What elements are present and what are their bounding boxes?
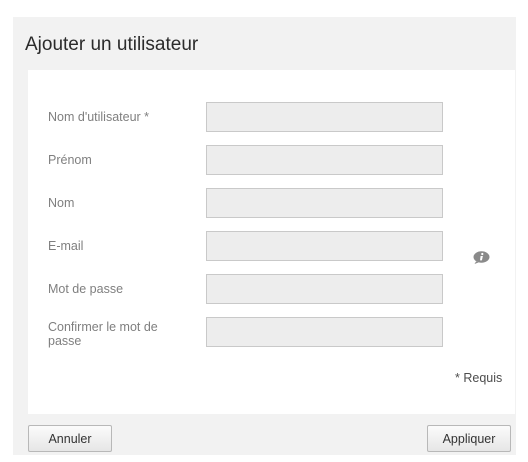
- first-name-label: Prénom: [48, 153, 92, 167]
- apply-button[interactable]: Appliquer: [427, 425, 511, 452]
- first-name-field[interactable]: [206, 145, 443, 175]
- last-name-label: Nom: [48, 196, 75, 210]
- required-note: * Requis: [455, 371, 503, 385]
- dialog-title: Ajouter un utilisateur: [25, 34, 199, 55]
- info-icon[interactable]: [473, 251, 490, 264]
- username-field[interactable]: [206, 102, 443, 132]
- password-label: Mot de passe: [48, 282, 124, 296]
- password-field[interactable]: [206, 274, 443, 304]
- email-label: E-mail: [48, 239, 84, 253]
- last-name-field[interactable]: [206, 188, 443, 218]
- email-field[interactable]: [206, 231, 443, 261]
- add-user-form: Nom d'utilisateur * Prénom Nom E-mail Mo…: [28, 70, 515, 414]
- username-label: Nom d'utilisateur *: [48, 110, 150, 124]
- confirm-password-field[interactable]: [206, 317, 443, 347]
- confirm-password-label: Confirmer le mot de passe: [48, 320, 158, 348]
- add-user-dialog: Ajouter un utilisateur Nom d'utilisateur…: [13, 17, 516, 455]
- cancel-button[interactable]: Annuler: [28, 425, 112, 452]
